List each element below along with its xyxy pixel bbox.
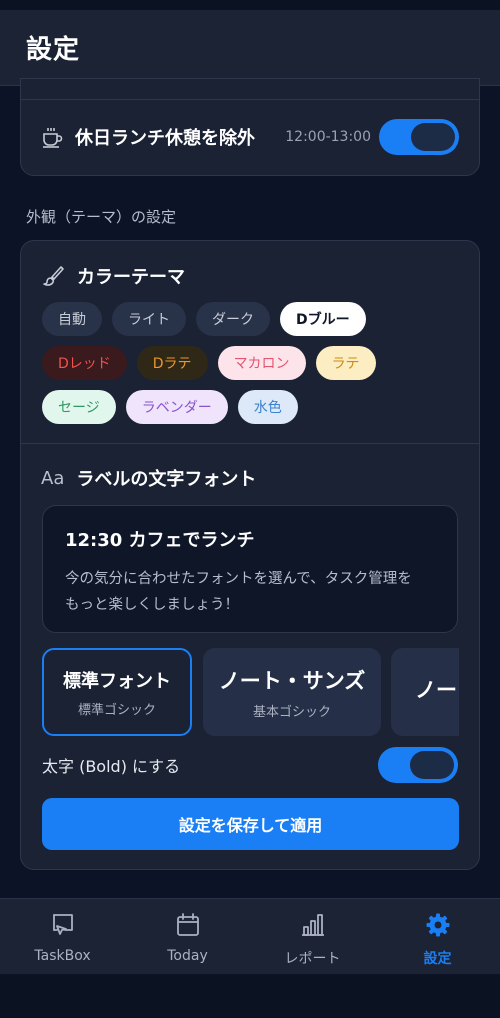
gear-icon	[425, 912, 451, 942]
tab-label: 設定	[423, 951, 452, 967]
coffee-cup-icon	[41, 126, 65, 148]
save-apply-button[interactable]: 設定を保存して適用	[42, 798, 459, 850]
paintbrush-icon	[41, 264, 65, 288]
preview-body-line: 今の気分に合わせたフォントを選んで、タスク管理を	[65, 571, 412, 587]
taskbox-icon	[50, 912, 76, 942]
theme-chips: 自動 ライト ダーク Dブルー Dレッド Dラテ マカロン ラテ セージ ラベン…	[42, 302, 462, 434]
toggle-knob	[410, 751, 454, 779]
font-option-name: ノート・サンズ	[218, 668, 366, 693]
theme-chip-light[interactable]: ライト	[112, 302, 186, 336]
theme-chip-dark[interactable]: ダーク	[196, 302, 270, 336]
theme-chip-d-red[interactable]: Dレッド	[42, 346, 127, 380]
theme-chip-auto[interactable]: 自動	[42, 302, 102, 336]
preview-body: 今の気分に合わせたフォントを選んで、タスク管理を もっと楽しくしましょう！	[65, 566, 435, 618]
home-indicator-area	[0, 975, 500, 1018]
tab-label: Today	[167, 948, 208, 964]
tab-settings[interactable]: 設定	[375, 899, 500, 974]
divider	[21, 443, 479, 444]
bold-setting-row: 太字 (Bold) にする	[42, 747, 458, 783]
bold-toggle[interactable]	[378, 747, 458, 783]
app-header: 設定	[0, 10, 500, 86]
lunch-time-range: 12:00-13:00	[285, 129, 371, 145]
font-option-partial[interactable]: ノー	[391, 648, 459, 736]
appearance-section-title: 外観（テーマ）の設定	[26, 208, 177, 226]
tab-report[interactable]: レポート	[250, 899, 375, 974]
bar-chart-icon	[300, 912, 326, 942]
holiday-settings-card: 休日ランチ休憩を除外 12:00-13:00	[20, 78, 480, 176]
divider	[21, 99, 479, 100]
bottom-tab-bar: TaskBox Today レポート 設定	[0, 898, 500, 974]
theme-chip-latte[interactable]: ラテ	[315, 346, 376, 380]
color-theme-label: カラーテーマ	[77, 267, 185, 288]
font-option-noto-sans[interactable]: ノート・サンズ 基本ゴシック	[203, 648, 381, 736]
theme-chip-d-latte[interactable]: Dラテ	[136, 346, 208, 380]
font-aa-icon: Aa	[41, 467, 65, 489]
font-options-carousel[interactable]: 標準フォント 標準ゴシック ノート・サンズ 基本ゴシック ノー	[42, 648, 459, 738]
font-option-sub: 標準ゴシック	[77, 702, 156, 718]
preview-body-line: もっと楽しくしましょう！	[65, 597, 239, 613]
label-font-label: ラベルの文字フォント	[76, 469, 257, 490]
calendar-icon	[175, 912, 201, 942]
tab-taskbox[interactable]: TaskBox	[0, 899, 125, 974]
holiday-lunch-toggle[interactable]	[379, 119, 459, 155]
toggle-knob	[411, 123, 455, 151]
tab-label: TaskBox	[34, 948, 91, 964]
page-title: 設定	[26, 35, 81, 65]
theme-chip-macaron[interactable]: マカロン	[217, 346, 306, 380]
theme-chip-d-blue[interactable]: Dブルー	[280, 302, 366, 336]
holiday-lunch-label: 休日ランチ休憩を除外	[75, 128, 255, 149]
label-font-header: Aa ラベルの文字フォント	[41, 463, 256, 493]
theme-chip-water[interactable]: 水色	[237, 390, 298, 424]
font-preview-box: 12:30 カフェでランチ 今の気分に合わせたフォントを選んで、タスク管理を も…	[42, 505, 458, 633]
theme-chip-lavender[interactable]: ラベンダー	[125, 390, 228, 424]
bold-label: 太字 (Bold) にする	[42, 757, 181, 776]
theme-chip-sage[interactable]: セージ	[42, 390, 116, 424]
font-option-name: ノー	[415, 678, 457, 702]
preview-title: 12:30 カフェでランチ	[65, 530, 255, 551]
appearance-card: カラーテーマ 自動 ライト ダーク Dブルー Dレッド Dラテ マカロン ラテ …	[20, 240, 480, 870]
font-option-standard[interactable]: 標準フォント 標準ゴシック	[42, 648, 192, 736]
font-option-sub: 基本ゴシック	[252, 704, 331, 720]
font-option-name: 標準フォント	[63, 670, 171, 692]
holiday-lunch-row: 休日ランチ休憩を除外 12:00-13:00	[41, 117, 459, 157]
status-bar-area	[0, 0, 500, 10]
tab-label: レポート	[284, 951, 341, 967]
tab-today[interactable]: Today	[125, 899, 250, 974]
color-theme-header: カラーテーマ	[41, 261, 185, 291]
